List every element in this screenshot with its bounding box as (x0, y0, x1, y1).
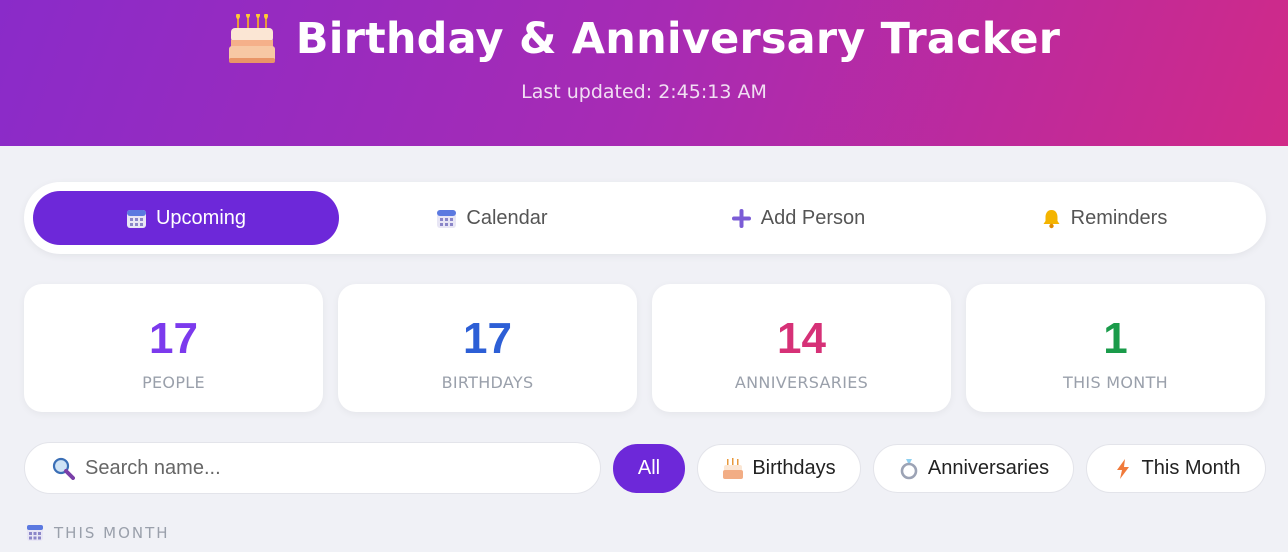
filter-all-button[interactable]: All (613, 444, 685, 493)
tab-calendar-label: Calendar (466, 206, 548, 229)
stat-card-this-month: 1 THIS MONTH (966, 284, 1265, 412)
app-header: Birthday & Anniversary Tracker Last upda… (0, 0, 1288, 146)
last-updated-text: Last updated: 2:45:13 AM (521, 81, 767, 103)
tab-calendar[interactable]: Calendar (339, 191, 645, 245)
stat-value: 17 (149, 314, 198, 363)
tab-reminders-label: Reminders (1070, 206, 1168, 229)
filter-anniversaries-button[interactable]: Anniversaries (873, 444, 1074, 493)
stat-card-people: 17 PEOPLE (24, 284, 323, 412)
section-header-this-month: THIS MONTH (26, 524, 170, 542)
stat-label: ANNIVERSARIES (734, 373, 869, 392)
calendar-icon (126, 209, 146, 228)
tab-upcoming[interactable]: Upcoming (33, 191, 339, 245)
stat-value: 17 (463, 314, 512, 363)
lightning-icon (1116, 458, 1129, 479)
calendar-icon (437, 209, 457, 228)
magnifier-icon (52, 457, 75, 480)
stat-value: 1 (1103, 314, 1128, 363)
stat-label: THIS MONTH (1063, 373, 1168, 392)
filter-all-label: All (637, 457, 661, 479)
page-title: Birthday & Anniversary Tracker (295, 14, 1061, 64)
calendar-icon (27, 525, 43, 541)
filter-this-month-label: This Month (1141, 457, 1241, 479)
bell-icon (1043, 209, 1060, 228)
tab-upcoming-label: Upcoming (155, 206, 247, 229)
stat-label: BIRTHDAYS (441, 373, 534, 392)
search-input[interactable] (85, 456, 555, 480)
tab-add-person-label: Add Person (760, 206, 866, 229)
filter-birthdays-label: Birthdays (752, 457, 836, 479)
ring-icon (900, 458, 918, 479)
filter-birthdays-button[interactable]: Birthdays (697, 444, 861, 493)
stat-card-anniversaries: 14 ANNIVERSARIES (652, 284, 951, 412)
section-title: THIS MONTH (54, 524, 170, 542)
tab-bar: Upcoming Calendar Add Person Reminders (24, 182, 1266, 254)
stat-card-birthdays: 17 BIRTHDAYS (338, 284, 637, 412)
title-row: Birthday & Anniversary Tracker (0, 14, 1288, 64)
plus-icon (731, 208, 751, 228)
search-box (24, 442, 601, 494)
tab-reminders[interactable]: Reminders (951, 191, 1257, 245)
filter-this-month-button[interactable]: This Month (1086, 444, 1266, 493)
filter-anniversaries-label: Anniversaries (927, 457, 1050, 479)
stat-label: PEOPLE (142, 373, 205, 392)
birthday-cake-icon (228, 14, 275, 63)
birthday-cake-icon (723, 457, 744, 479)
tab-add-person[interactable]: Add Person (645, 191, 951, 245)
stat-value: 14 (777, 314, 826, 363)
